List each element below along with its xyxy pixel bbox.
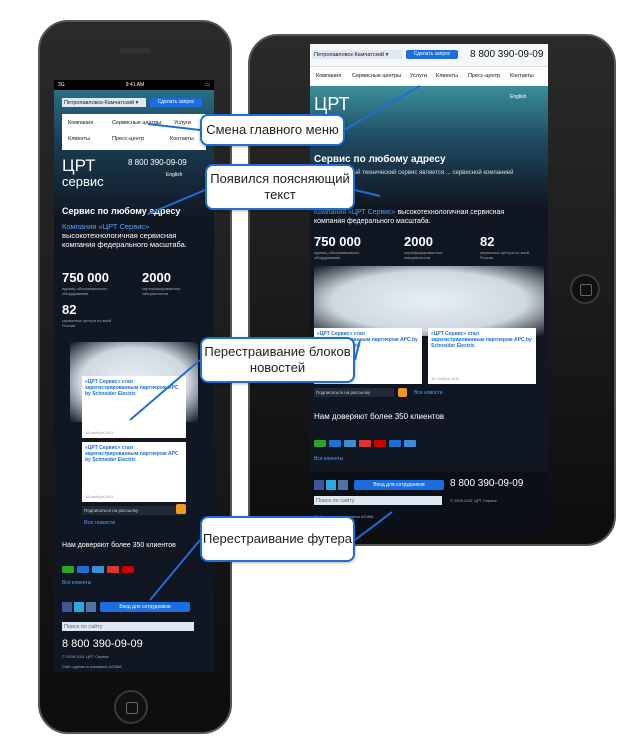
callout-news: Перестраивание блоков новостей (200, 337, 355, 383)
callout-menu: Смена главного меню (200, 114, 345, 146)
callout-text: Появился поясняющий текст (205, 164, 355, 210)
callout-footer: Перестраивание футера (200, 516, 355, 562)
